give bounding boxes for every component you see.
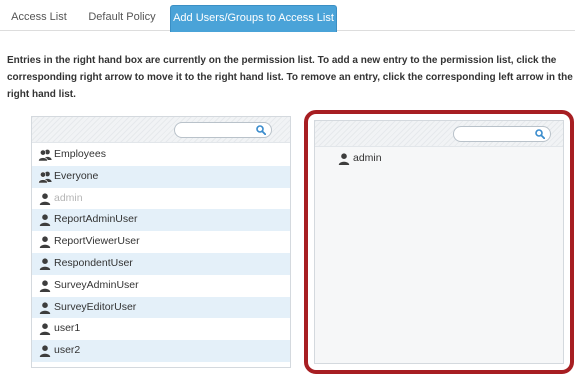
- permission-search-input[interactable]: [453, 126, 551, 142]
- list-item[interactable]: ReportViewerUser: [32, 231, 290, 253]
- user-icon: [39, 214, 51, 227]
- list-item[interactable]: admin: [315, 148, 563, 170]
- permission-list-box: admin: [314, 120, 564, 364]
- list-item-label: admin: [353, 152, 382, 164]
- list-item[interactable]: SurveyAdminUser: [32, 275, 290, 297]
- group-icon: [38, 149, 52, 161]
- instructions-line: corresponding right arrow to move it to …: [7, 72, 573, 83]
- search-icon: [535, 129, 545, 139]
- user-icon: [39, 280, 51, 292]
- list-item-label: ReportAdminUser: [54, 213, 138, 226]
- permission-list-highlight-frame: admin: [304, 110, 574, 374]
- user-icon: [39, 236, 51, 249]
- search-icon: [256, 125, 266, 135]
- list-item[interactable]: user1: [32, 318, 290, 340]
- list-item[interactable]: Everyone: [32, 165, 290, 188]
- user-icon: [39, 301, 51, 314]
- user-icon: [338, 153, 350, 165]
- list-item-label: user1: [54, 322, 81, 335]
- list-item-label: admin: [54, 191, 83, 204]
- user-icon: [39, 192, 51, 205]
- list-item[interactable]: user2: [32, 340, 290, 362]
- list-item-label: Employees: [54, 148, 106, 160]
- available-list: Employees Everyone admin ReportAdminUser Rep…: [32, 144, 290, 362]
- user-icon: [39, 258, 51, 270]
- tab-add-users-groups[interactable]: Add Users/Groups to Access List: [170, 5, 337, 32]
- tab-access-list[interactable]: Access List: [4, 5, 74, 31]
- user-icon: [39, 323, 51, 336]
- list-item[interactable]: admin: [32, 188, 290, 210]
- list-item-label: RespondentUser: [54, 256, 133, 269]
- list-item[interactable]: Employees: [32, 144, 290, 166]
- permission-list: admin: [315, 148, 563, 170]
- instructions-text: Entries in the right hand box are curren…: [7, 52, 575, 103]
- list-item[interactable]: RespondentUser: [32, 252, 290, 275]
- list-item-label: SurveyAdminUser: [54, 278, 139, 291]
- list-item[interactable]: SurveyEditorUser: [32, 296, 290, 319]
- list-item-label: ReportViewerUser: [54, 235, 140, 248]
- permission-list-header: [315, 121, 563, 147]
- available-list-box: Employees Everyone admin ReportAdminUser Rep…: [31, 116, 291, 368]
- tab-default-policy[interactable]: Default Policy: [82, 5, 162, 31]
- user-icon: [39, 345, 51, 358]
- group-icon: [38, 171, 52, 183]
- list-item-label: Everyone: [54, 169, 99, 182]
- list-item-label: user2: [54, 344, 81, 357]
- instructions-line: right hand list.: [7, 89, 76, 100]
- list-item-label: SurveyEditorUser: [54, 300, 137, 313]
- available-search-input[interactable]: [174, 122, 272, 138]
- instructions-line: Entries in the right hand box are curren…: [7, 55, 557, 66]
- available-list-header: [32, 117, 290, 143]
- tab-bar: Access List Default Policy Add Users/Gro…: [0, 0, 575, 32]
- list-item[interactable]: ReportAdminUser: [32, 209, 290, 232]
